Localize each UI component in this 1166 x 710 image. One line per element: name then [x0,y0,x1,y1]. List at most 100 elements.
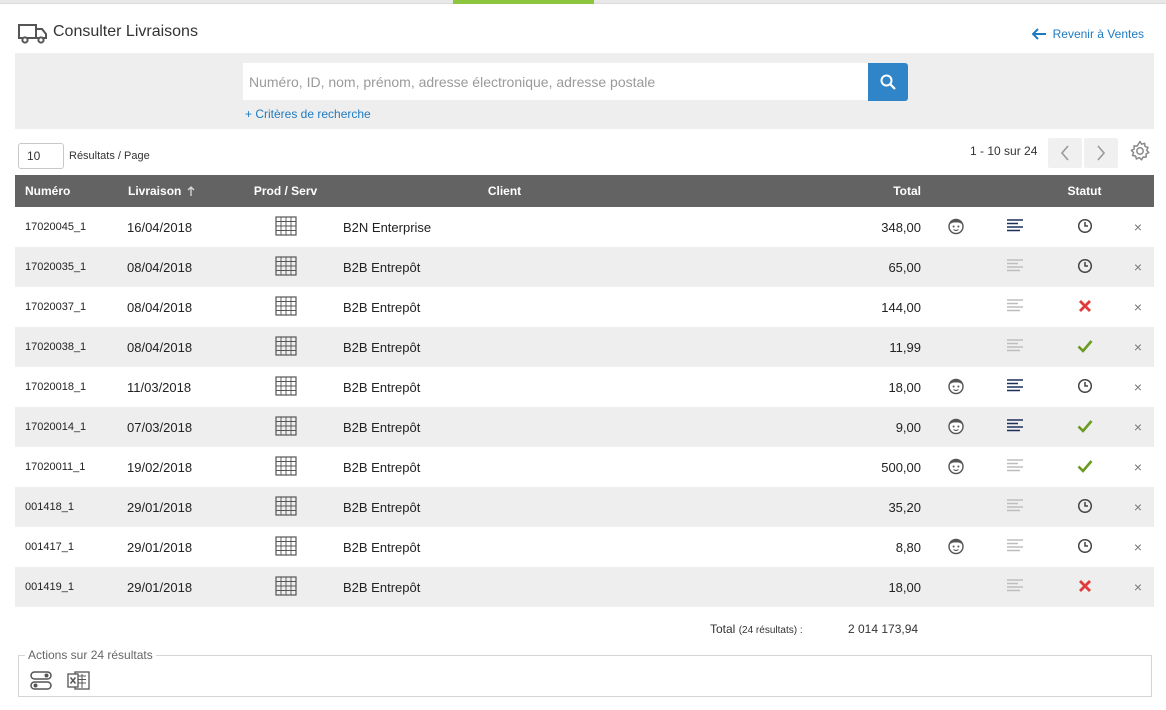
grid-icon[interactable] [274,415,297,439]
grid-icon[interactable] [274,575,297,599]
grid-icon[interactable] [274,255,297,279]
table-row[interactable]: 17020038_1 08/04/2018 B2B Entrepôt 11,99 × [15,327,1154,367]
row-numero[interactable]: 17020011_1 [15,447,116,487]
grid-icon[interactable] [274,215,297,239]
customer-face-icon[interactable] [947,218,965,238]
row-numero[interactable]: 17020014_1 [15,407,116,447]
delete-row-icon[interactable]: × [1134,539,1142,555]
grand-total-value: 2 014 173,94 [848,622,919,636]
row-numero[interactable]: 001418_1 [15,487,116,527]
column-header-prod[interactable]: Prod / Serv [234,175,337,207]
details-lines-icon[interactable] [1006,538,1024,557]
next-page-button[interactable] [1084,138,1118,168]
toggle-settings-icon[interactable] [29,670,53,692]
grid-icon[interactable] [274,335,297,359]
column-header-numero[interactable]: Numéro [15,175,116,207]
details-lines-icon[interactable] [1006,578,1024,597]
details-lines-icon[interactable] [1006,218,1024,237]
search-criteria-link[interactable]: + Critères de recherche [245,107,371,121]
search-input[interactable] [243,63,868,100]
row-products-cell [234,407,337,447]
bulk-actions-panel: Actions sur 24 résultats [18,648,1152,697]
row-customer-cell [929,327,983,367]
delete-row-icon[interactable]: × [1134,219,1142,235]
column-header-statut[interactable]: Statut [1047,175,1122,207]
back-to-sales-link[interactable]: Revenir à Ventes [1031,27,1144,41]
row-date: 08/04/2018 [127,259,193,275]
delete-row-icon[interactable]: × [1134,499,1142,515]
table-row[interactable]: 001418_1 29/01/2018 B2B Entrepôt 35,20 × [15,487,1154,527]
row-numero[interactable]: 001417_1 [15,527,116,567]
row-date: 29/01/2018 [127,579,193,595]
row-products-cell [234,207,337,247]
results-per-page-input[interactable]: 10 [18,143,64,169]
row-numero[interactable]: 001419_1 [15,567,116,607]
table-row[interactable]: 17020018_1 11/03/2018 B2B Entrepôt 18,00 × [15,367,1154,407]
row-numero[interactable]: 17020018_1 [15,367,116,407]
excel-export-icon[interactable] [67,670,91,692]
customer-face-icon[interactable] [947,418,965,438]
delete-row-icon[interactable]: × [1134,419,1142,435]
delete-row-icon[interactable]: × [1134,459,1142,475]
gear-icon[interactable] [1128,139,1152,163]
delete-row-icon[interactable]: × [1134,339,1142,355]
row-numero[interactable]: 17020038_1 [15,327,116,367]
row-delete-cell: × [1122,367,1154,407]
prev-page-button[interactable] [1048,138,1082,168]
column-header-total[interactable]: Total [712,175,929,207]
table-row[interactable]: 001419_1 29/01/2018 B2B Entrepôt 18,00 × [15,567,1154,607]
row-products-cell [234,327,337,367]
checkmark-icon [1077,419,1093,436]
customer-face-icon[interactable] [947,538,965,558]
column-header-details [983,175,1047,207]
delete-row-icon[interactable]: × [1134,379,1142,395]
row-client: B2N Enterprise [343,219,432,235]
page-header: Consulter Livraisons Revenir à Ventes [18,20,1148,46]
details-lines-icon[interactable] [1006,458,1024,477]
column-header-livraison[interactable]: Livraison [116,175,234,207]
table-row[interactable]: 17020014_1 07/03/2018 B2B Entrepôt 9,00 × [15,407,1154,447]
table-row[interactable]: 001417_1 29/01/2018 B2B Entrepôt 8,80 × [15,527,1154,567]
table-row[interactable]: 17020037_1 08/04/2018 B2B Entrepôt 144,00 × [15,287,1154,327]
grid-icon[interactable] [274,495,297,519]
customer-face-icon[interactable] [947,458,965,478]
table-row[interactable]: 17020035_1 08/04/2018 B2B Entrepôt 65,00 × [15,247,1154,287]
row-total: 9,00 [895,419,921,435]
column-header-client[interactable]: Client [337,175,712,207]
row-customer-cell [929,247,983,287]
row-status-cell [1047,567,1122,607]
details-lines-icon[interactable] [1006,418,1024,437]
grid-icon[interactable] [274,295,297,319]
clock-icon [1077,498,1093,517]
row-total: 8,80 [895,539,921,555]
row-details-cell [983,487,1047,527]
checkmark-icon [1077,459,1093,476]
row-status-cell [1047,247,1122,287]
customer-face-icon[interactable] [947,378,965,398]
row-delete-cell: × [1122,487,1154,527]
table-row[interactable]: 17020045_1 16/04/2018 B2N Enterprise 348,00… [15,207,1154,247]
details-lines-icon[interactable] [1006,498,1024,517]
search-button[interactable] [868,63,908,101]
delete-row-icon[interactable]: × [1134,259,1142,275]
row-date: 08/04/2018 [127,339,193,355]
grid-icon[interactable] [274,455,297,479]
pagination-bar: 10 Résultats / Page 1 - 10 sur 24 [18,138,1152,171]
row-details-cell [983,327,1047,367]
details-lines-icon[interactable] [1006,258,1024,277]
grid-icon[interactable] [274,375,297,399]
table-row[interactable]: 17020011_1 19/02/2018 B2B Entrepôt 500,00 × [15,447,1154,487]
details-lines-icon[interactable] [1006,378,1024,397]
column-header-delete [1122,175,1154,207]
row-delete-cell: × [1122,527,1154,567]
delete-row-icon[interactable]: × [1134,579,1142,595]
row-details-cell [983,207,1047,247]
row-numero[interactable]: 17020037_1 [15,287,116,327]
row-numero[interactable]: 17020045_1 [15,207,116,247]
grid-icon[interactable] [274,535,297,559]
row-numero[interactable]: 17020035_1 [15,247,116,287]
details-lines-icon[interactable] [1006,338,1024,357]
row-customer-cell [929,447,983,487]
details-lines-icon[interactable] [1006,298,1024,317]
delete-row-icon[interactable]: × [1134,299,1142,315]
